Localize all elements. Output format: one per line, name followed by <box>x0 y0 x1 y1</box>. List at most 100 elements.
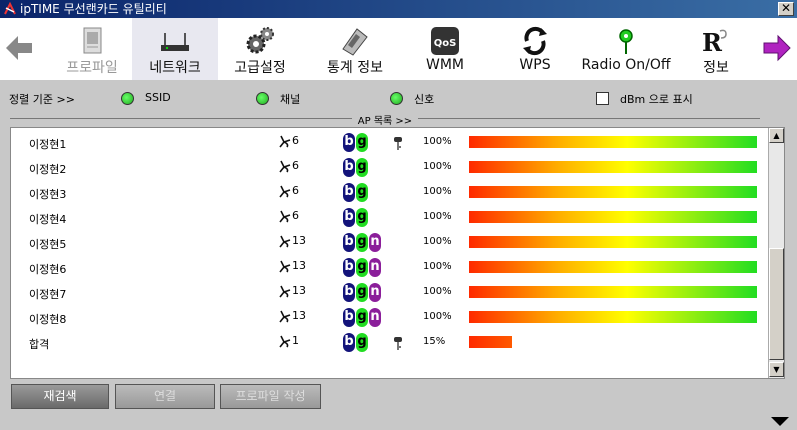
ap-signal-bar <box>469 161 757 173</box>
ap-ssid: 이정현4 <box>29 213 67 226</box>
tab-network[interactable]: 네트워크 <box>132 18 218 80</box>
sort-channel-radio[interactable] <box>256 92 269 105</box>
tab-profile-label: 프로파일 <box>66 60 118 76</box>
forward-arrow-icon[interactable] <box>762 34 792 62</box>
ap-modes: bgn <box>343 308 382 327</box>
tab-wps-label: WPS <box>519 57 551 73</box>
ap-signal-bar <box>469 186 757 198</box>
ap-row[interactable]: 이정현8 13 b g n 100% <box>11 305 769 330</box>
ap-signal-text: 100% <box>423 236 452 247</box>
close-button[interactable]: ✕ <box>778 2 794 16</box>
title-bar: ipTIME 무선랜카드 유틸리티 ✕ <box>0 0 797 18</box>
dbm-checkbox[interactable] <box>596 92 609 105</box>
ap-signal-bar <box>469 286 757 298</box>
mode-badge-g: g <box>356 283 368 302</box>
ap-list-header: AP 목록 >> <box>0 112 770 127</box>
tab-wps[interactable]: WPS <box>500 18 570 80</box>
ap-ssid: 이정현6 <box>29 263 67 276</box>
channel-antenna-icon <box>279 160 291 173</box>
profile-icon <box>83 27 102 54</box>
channel-antenna-icon <box>279 310 291 323</box>
mode-badge-g: g <box>356 158 368 177</box>
ap-row[interactable]: 합격 1 b g 15% <box>11 330 769 355</box>
ap-channel-value: 1 <box>292 334 299 347</box>
ap-channel-value: 6 <box>292 159 299 172</box>
sort-label: 정렬 기준 >> <box>9 93 75 106</box>
ap-signal-bar <box>469 136 757 148</box>
sort-ssid-label: SSID <box>145 91 171 104</box>
ap-ssid: 이정현3 <box>29 188 67 201</box>
ap-channel: 6 <box>278 209 299 223</box>
calculator-icon <box>342 28 368 56</box>
scroll-up-button[interactable]: ▲ <box>769 128 784 143</box>
mode-badge-g: g <box>356 208 368 227</box>
scroll-down-button[interactable]: ▼ <box>769 362 784 377</box>
ap-list-header-text: AP 목록 >> <box>351 116 419 127</box>
tab-network-label: 네트워크 <box>149 60 201 76</box>
scrollbar[interactable]: ▲ ▼ <box>768 128 784 378</box>
ap-modes: bgn <box>343 258 382 277</box>
ap-row[interactable]: 이정현6 13 b g n 100% <box>11 255 769 280</box>
connect-button[interactable]: 연결 <box>115 384 215 409</box>
tab-statistics-label: 통계 정보 <box>327 60 383 76</box>
ap-signal-bar <box>469 311 757 323</box>
scroll-thumb[interactable] <box>769 248 784 360</box>
ap-ssid: 이정현8 <box>29 313 67 326</box>
tab-wmm-label: WMM <box>425 57 464 73</box>
ap-channel: 13 <box>278 234 306 248</box>
channel-antenna-icon <box>279 135 291 148</box>
tab-info-label: 정보 <box>703 60 729 76</box>
ap-row[interactable]: 이정현4 6 b g 100% <box>11 205 769 230</box>
tab-wmm[interactable]: QoS WMM <box>410 18 480 80</box>
sort-channel-label: 채널 <box>280 93 301 106</box>
mode-badge-b: b <box>343 333 355 352</box>
ap-list: 이정현1 6 b g 100% 이정현2 6 b g 100% 이정현3 6 b g 100% 이정현4 6 b g… <box>10 127 785 379</box>
ap-modes: bg <box>343 158 369 177</box>
channel-antenna-icon <box>279 285 291 298</box>
ap-row[interactable]: 이정현5 13 b g n 100% <box>11 230 769 255</box>
ap-signal-text: 100% <box>423 161 452 172</box>
ap-channel-value: 6 <box>292 134 299 147</box>
mode-badge-n: n <box>369 283 381 302</box>
tab-info[interactable]: R 정보 <box>688 18 744 80</box>
ap-channel: 1 <box>278 334 299 348</box>
ap-ssid: 이정현5 <box>29 238 67 251</box>
ap-signal-bar <box>469 261 757 273</box>
back-arrow-icon[interactable] <box>4 34 34 62</box>
ap-signal-text: 100% <box>423 261 452 272</box>
ap-modes: bg <box>343 208 369 227</box>
ap-modes: bgn <box>343 283 382 302</box>
rescan-button[interactable]: 재검색 <box>11 384 109 409</box>
mode-badge-g: g <box>356 133 368 152</box>
tab-advanced[interactable]: 고급설정 <box>222 18 298 80</box>
ap-signal-bar <box>469 236 757 248</box>
ap-channel: 6 <box>278 134 299 148</box>
channel-antenna-icon <box>279 335 291 348</box>
mode-badge-b: b <box>343 308 355 327</box>
expand-triangle-icon[interactable] <box>771 417 789 426</box>
tab-advanced-label: 고급설정 <box>234 60 286 76</box>
ap-channel: 6 <box>278 184 299 198</box>
ap-channel-value: 13 <box>292 309 306 322</box>
router-icon <box>161 33 189 51</box>
tab-radio-onoff[interactable]: Radio On/Off <box>576 18 676 80</box>
mode-badge-b: b <box>343 208 355 227</box>
status-bar <box>0 413 797 430</box>
mode-badge-b: b <box>343 233 355 252</box>
ap-row[interactable]: 이정현3 6 b g 100% <box>11 180 769 205</box>
ap-row[interactable]: 이정현2 6 b g 100% <box>11 155 769 180</box>
tab-statistics[interactable]: 통계 정보 <box>312 18 398 80</box>
sort-ssid-radio[interactable] <box>121 92 134 105</box>
ap-modes: bg <box>343 133 369 152</box>
mode-badge-g: g <box>356 233 368 252</box>
ap-row[interactable]: 이정현1 6 b g 100% <box>11 130 769 155</box>
add-profile-button[interactable]: 프로파일 작성 <box>220 384 321 409</box>
antenna-icon <box>619 29 633 54</box>
ap-channel: 13 <box>278 309 306 323</box>
ap-row[interactable]: 이정현7 13 b g n 100% <box>11 280 769 305</box>
ap-signal-text: 15% <box>423 336 446 347</box>
sort-signal-radio[interactable] <box>390 92 403 105</box>
ap-channel-value: 13 <box>292 259 306 272</box>
tab-profile[interactable]: 프로파일 <box>54 18 130 80</box>
ap-signal-bar <box>469 336 512 348</box>
